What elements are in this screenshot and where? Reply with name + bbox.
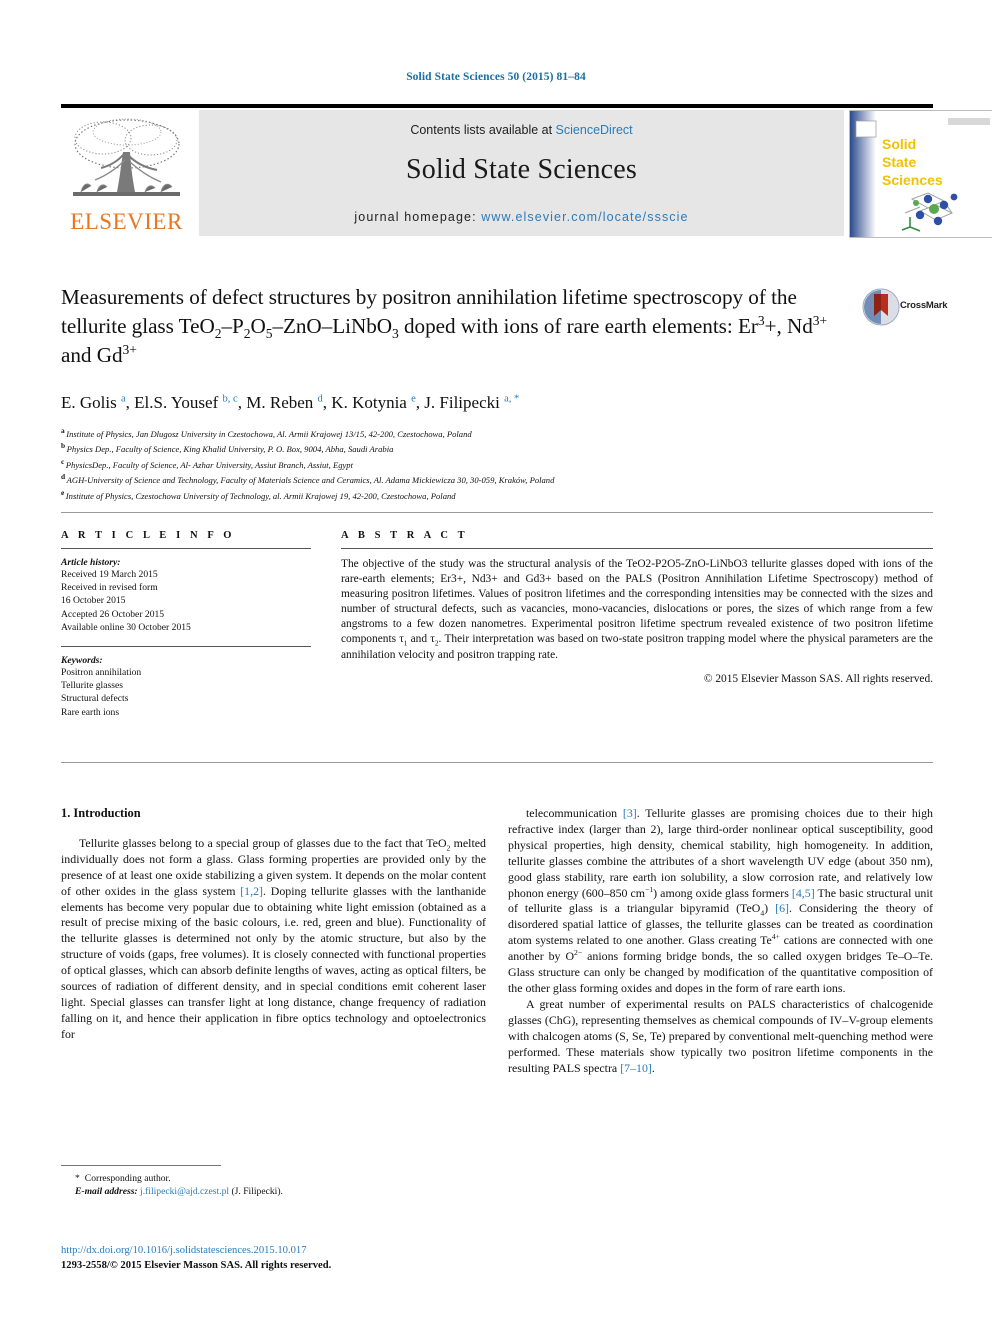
elsevier-wordmark: ELSEVIER <box>70 209 183 234</box>
title-block: Measurements of defect structures by pos… <box>61 283 851 370</box>
body-column-right: telecommunication [3]. Tellurite glasses… <box>508 806 933 1076</box>
journal-title: Solid State Sciences <box>405 154 638 185</box>
article-info-rule <box>61 548 311 549</box>
homepage-prefix: journal homepage: <box>354 210 482 224</box>
article-history-item: 16 October 2015 <box>61 595 126 607</box>
crossmark-badge[interactable]: CrossMark <box>862 288 948 328</box>
body-paragraph: Tellurite glasses belong to a special gr… <box>61 835 487 1041</box>
footnote-rule <box>61 1165 221 1166</box>
affiliation-text: PhysicsDep., Faculty of Science, Al- Azh… <box>65 459 353 470</box>
masthead-band: Contents lists available at ScienceDirec… <box>199 110 844 236</box>
journal-masthead: ELSEVIER Contents lists available at Sci… <box>61 104 992 238</box>
page-title: Measurements of defect structures by pos… <box>61 285 828 367</box>
affiliation-item: d AGH-University of Science and Technolog… <box>61 471 941 486</box>
corresponding-author-note: * Corresponding author. <box>61 1172 486 1185</box>
sciencedirect-link[interactable]: ScienceDirect <box>556 123 633 137</box>
journal-article-page: Solid State Sciences 50 (2015) 81–84 ELS… <box>0 0 992 1323</box>
keyword-item: Structural defects <box>61 693 129 705</box>
issn-copyright: 1293-2558/© 2015 Elsevier Masson SAS. Al… <box>61 1259 332 1271</box>
crossmark-icon <box>862 288 900 326</box>
masthead-top-rule <box>61 104 933 108</box>
contents-prefix: Contents lists available at <box>410 123 556 137</box>
asterisk-icon: * <box>75 1173 80 1184</box>
affiliation-marker: c <box>61 456 65 466</box>
article-info-section: A R T I C L E I N F O Article history: R… <box>61 530 311 719</box>
article-history-item: Available online 30 October 2015 <box>61 621 191 633</box>
affiliation-item: a Institute of Physics, Jan Dlugosz Unive… <box>61 425 941 440</box>
email-address-label: E-mail address: <box>75 1186 138 1198</box>
footnote-block: * Corresponding author. E-mail address: j… <box>61 1172 486 1199</box>
article-history-item: Accepted 26 October 2015 <box>61 608 165 620</box>
affiliation-item: e Institute of Physics, Czestochowa Unive… <box>61 487 941 502</box>
affiliation-list: a Institute of Physics, Jan Dlugosz Unive… <box>61 425 941 502</box>
affiliation-marker: a <box>61 426 65 435</box>
running-head: Solid State Sciences 50 (2015) 81–84 <box>406 71 586 83</box>
abstract-rule <box>341 548 933 549</box>
svg-text:State: State <box>882 154 916 170</box>
journal-cover-thumbnail: Solid State Sciences <box>849 110 992 238</box>
svg-text:Sciences: Sciences <box>882 172 943 188</box>
corresponding-author-text: Corresponding author. <box>84 1173 171 1184</box>
article-history-item: Received in revised form <box>61 582 158 594</box>
abstract-heading: A B S T R A C T <box>341 530 469 541</box>
body-column-left: 1. Introduction Tellurite glasses belong… <box>61 806 486 1043</box>
article-history-label: Article history: <box>61 557 121 568</box>
elsevier-tree-icon <box>73 118 180 196</box>
affiliation-item: b Physics Dep., Faculty of Science, King … <box>61 440 941 455</box>
affiliation-text: Institute of Physics, Czestochowa Univer… <box>65 490 456 501</box>
author-list: E. Golis a, El.S. Yousef b, c, M. Reben … <box>61 393 520 412</box>
email-note: E-mail address: j.filipecki@ajd.czest.pl… <box>61 1185 486 1198</box>
doi-link[interactable]: http://dx.doi.org/10.1016/j.solidstatesc… <box>61 1244 561 1259</box>
article-info-heading: A R T I C L E I N F O <box>61 530 236 541</box>
homepage-url-link[interactable]: www.elsevier.com/locate/ssscie <box>481 210 688 224</box>
affiliation-marker: b <box>61 441 66 451</box>
svg-text:Solid: Solid <box>882 136 916 152</box>
affiliation-text: Physics Dep., Faculty of Science, King K… <box>66 444 394 455</box>
crossmark-label: CrossMark <box>900 300 948 311</box>
elsevier-logo: ELSEVIER <box>61 110 192 236</box>
email-link[interactable]: j.filipecki@ajd.czest.pl <box>140 1186 229 1197</box>
abstract-copyright: © 2015 Elsevier Masson SAS. All rights r… <box>703 672 933 685</box>
affiliation-marker: d <box>61 472 66 482</box>
body-paragraph: A great number of experimental results o… <box>508 996 933 1075</box>
keyword-item: Rare earth ions <box>61 706 120 718</box>
divider-above-abstract <box>61 512 933 513</box>
affiliation-item: c PhysicsDep., Faculty of Science, Al- Az… <box>61 456 941 471</box>
keyword-item: Positron annihilation <box>61 667 142 679</box>
keywords-rule <box>61 646 311 648</box>
affiliation-marker: e <box>61 487 65 497</box>
section-heading-introduction: 1. Introduction <box>61 806 141 820</box>
keyword-item: Tellurite glasses <box>61 680 123 692</box>
email-owner: (J. Filipecki). <box>231 1186 283 1198</box>
affiliation-text: AGH-University of Science and Technology… <box>66 475 555 486</box>
journal-homepage-line: journal homepage: www.elsevier.com/locat… <box>199 210 844 224</box>
journal-cover-art: Solid State Sciences <box>850 111 992 237</box>
keywords-label: Keywords: <box>61 655 103 667</box>
abstract-section: A B S T R A C T The objective of the stu… <box>341 530 933 685</box>
contents-available-line: Contents lists available at ScienceDirec… <box>199 123 844 137</box>
affiliation-text: Institute of Physics, Jan Dlugosz Univer… <box>66 428 472 439</box>
divider-below-abstract <box>61 762 933 763</box>
article-history-item: Received 19 March 2015 <box>61 569 158 580</box>
footer-block: http://dx.doi.org/10.1016/j.solidstatesc… <box>61 1244 561 1273</box>
body-paragraph: telecommunication [3]. Tellurite glasses… <box>508 806 934 995</box>
abstract-body: The objective of the study was the struc… <box>341 558 933 661</box>
